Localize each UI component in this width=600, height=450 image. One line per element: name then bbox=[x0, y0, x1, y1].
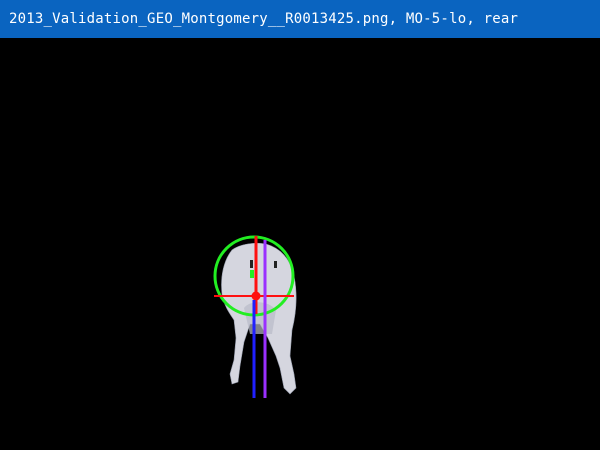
window-title: 2013_Validation_GEO_Montgomery__R0013425… bbox=[9, 11, 519, 27]
animal-rear-silhouette bbox=[221, 242, 297, 395]
green-marker bbox=[250, 270, 254, 278]
tail-mark-right bbox=[274, 261, 277, 268]
animal-shadow bbox=[244, 302, 276, 334]
window-titlebar[interactable]: 2013_Validation_GEO_Montgomery__R0013425… bbox=[0, 0, 600, 38]
red-center-marker bbox=[251, 291, 261, 301]
image-viewport[interactable] bbox=[0, 38, 600, 450]
annotated-image bbox=[213, 235, 297, 398]
tail-mark-left bbox=[250, 260, 253, 268]
